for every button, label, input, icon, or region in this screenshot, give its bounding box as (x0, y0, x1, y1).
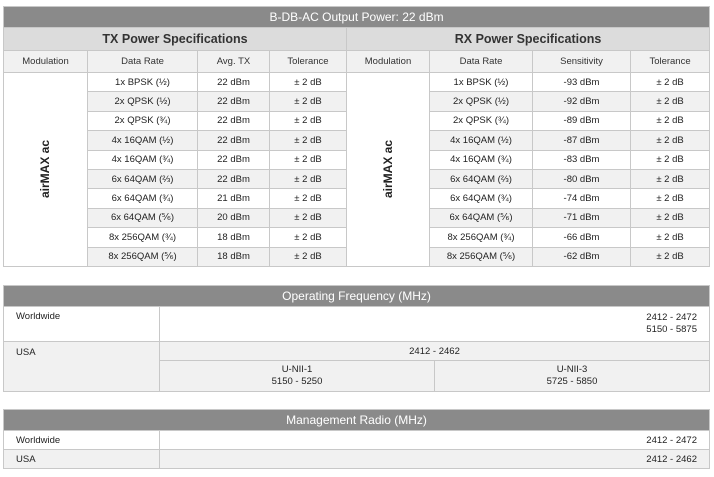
unii3-cell: U-NII-3 5725 - 5850 (434, 360, 710, 392)
rx-sensitivity: -83 dBm (532, 149, 631, 170)
tx-data-rate: 6x 64QAM (⅚) (87, 207, 198, 229)
tx-tolerance: ± 2 dB (269, 227, 347, 248)
tx-data-rate: 1x BPSK (½) (87, 71, 198, 93)
tx-avg-power: 18 dBm (197, 246, 270, 267)
rx-sensitivity: -62 dBm (532, 246, 631, 267)
tx-avg-power: 22 dBm (197, 149, 270, 170)
mgmt-worldwide-value: 2412 - 2472 (159, 430, 710, 450)
rx-sensitivity: -80 dBm (532, 168, 631, 190)
rx-data-rate: 6x 64QAM (¾) (429, 188, 533, 209)
tx-data-rate: 8x 256QAM (¾) (87, 227, 198, 248)
rx-sensitivity: -71 dBm (532, 207, 631, 229)
rx-modulation-cell: airMAX ac (346, 72, 430, 267)
tx-data-rate: 8x 256QAM (⅚) (87, 246, 198, 267)
rx-col-sensitivity: Sensitivity (532, 50, 631, 73)
tx-data-rate: 6x 64QAM (⅔) (87, 168, 198, 190)
tx-data-rate: 4x 16QAM (¾) (87, 149, 198, 170)
rx-sensitivity: -87 dBm (532, 130, 631, 151)
rx-data-rate: 2x QPSK (½) (429, 91, 533, 112)
tx-col-rate: Data Rate (87, 50, 198, 73)
tx-tolerance: ± 2 dB (269, 130, 347, 151)
table-row: airMAX ac 1x BPSK (½) 22 dBm ± 2 dB airMAX a… (3, 71, 711, 267)
unii1-value: 5150 - 5250 (271, 376, 323, 387)
rx-col-rate: Data Rate (429, 50, 533, 73)
tx-tolerance: ± 2 dB (269, 246, 347, 267)
tx-tolerance: ± 2 dB (269, 207, 347, 229)
rx-tolerance: ± 2 dB (629, 227, 711, 248)
unii3-label: U-NII-3 (556, 364, 588, 375)
tx-modulation-label: airMAX ac (38, 140, 53, 199)
rx-tolerance: ± 2 dB (629, 168, 711, 190)
tx-data-rate: 4x 16QAM (½) (87, 130, 198, 151)
freq-worldwide-label: Worldwide (3, 306, 160, 342)
tx-data-rate: 6x 64QAM (¾) (87, 188, 198, 209)
tx-tolerance: ± 2 dB (269, 168, 347, 190)
mgmt-heading: Management Radio (MHz) (3, 409, 710, 431)
mgmt-usa-value: 2412 - 2462 (159, 449, 710, 469)
tx-avg-power: 22 dBm (197, 110, 270, 132)
tx-avg-power: 22 dBm (197, 91, 270, 112)
freq-usa-value: 2412 - 2462 (159, 341, 710, 361)
freq-usa-label: USA (3, 341, 160, 392)
tx-avg-power: 22 dBm (197, 130, 270, 151)
freq-worldwide-value-1: 2412 - 2472 (646, 312, 697, 323)
tx-modulation-cell: airMAX ac (3, 72, 88, 267)
rx-sensitivity: -66 dBm (532, 227, 631, 248)
rx-tolerance: ± 2 dB (629, 188, 711, 209)
tx-tolerance: ± 2 dB (269, 91, 347, 112)
rx-tolerance: ± 2 dB (629, 149, 711, 170)
tx-tolerance: ± 2 dB (269, 188, 347, 209)
rx-tolerance: ± 2 dB (629, 246, 711, 267)
tx-data-rate: 2x QPSK (¾) (87, 110, 198, 132)
output-power-table: B-DB-AC Output Power: 22 dBm TX Power Sp… (2, 6, 711, 267)
rx-tolerance: ± 2 dB (629, 130, 711, 151)
rx-data-rate: 6x 64QAM (⅚) (429, 207, 533, 229)
unii1-label: U-NII-1 (281, 364, 313, 375)
rx-data-rate: 6x 64QAM (⅔) (429, 168, 533, 190)
rx-heading: RX Power Specifications (345, 27, 711, 51)
unii1-cell: U-NII-1 5150 - 5250 (159, 360, 435, 392)
rx-modulation-label: airMAX ac (381, 140, 395, 199)
rx-sensitivity: -89 dBm (532, 110, 631, 132)
tx-col-avg: Avg. TX (197, 50, 270, 73)
tx-data-rate: 2x QPSK (½) (87, 91, 198, 112)
freq-heading: Operating Frequency (MHz) (3, 285, 710, 307)
tx-tolerance: ± 2 dB (269, 149, 347, 170)
tx-avg-power: 22 dBm (197, 168, 270, 190)
rx-sensitivity: -92 dBm (532, 91, 631, 112)
freq-worldwide-value-2: 5150 - 5875 (646, 324, 697, 335)
rx-tolerance: ± 2 dB (629, 71, 711, 93)
rx-sensitivity: -93 dBm (532, 71, 631, 93)
rx-tolerance: ± 2 dB (629, 207, 711, 229)
tx-tolerance: ± 2 dB (269, 110, 347, 132)
tx-tolerance: ± 2 dB (269, 71, 347, 93)
rx-data-rate: 8x 256QAM (¾) (429, 227, 533, 248)
mgmt-usa-label: USA (3, 449, 160, 469)
tx-avg-power: 22 dBm (197, 71, 270, 93)
rx-data-rate: 4x 16QAM (¾) (429, 149, 533, 170)
rx-col-modulation: Modulation (346, 50, 430, 73)
freq-worldwide-value: 2412 - 2472 5150 - 5875 (159, 306, 710, 342)
rx-sensitivity: -74 dBm (532, 188, 631, 209)
management-radio-table: Management Radio (MHz) Worldwide 2412 - … (3, 409, 710, 469)
mgmt-worldwide-label: Worldwide (3, 430, 160, 450)
table-title: B-DB-AC Output Power: 22 dBm (2, 6, 711, 28)
rx-data-rate: 1x BPSK (½) (429, 71, 533, 93)
tx-avg-power: 18 dBm (197, 227, 270, 248)
tx-col-modulation: Modulation (3, 50, 88, 73)
tx-avg-power: 21 dBm (197, 188, 270, 209)
operating-frequency-table: Operating Frequency (MHz) Worldwide 2412… (3, 285, 710, 392)
rx-data-rate: 8x 256QAM (⅚) (429, 246, 533, 267)
rx-tolerance: ± 2 dB (629, 91, 711, 112)
tx-heading: TX Power Specifications (3, 27, 347, 51)
rx-data-rate: 4x 16QAM (½) (429, 130, 533, 151)
rx-tolerance: ± 2 dB (629, 110, 711, 132)
rx-data-rate: 2x QPSK (¾) (429, 110, 533, 132)
tx-avg-power: 20 dBm (197, 207, 270, 229)
tx-col-tolerance: Tolerance (269, 50, 347, 73)
rx-col-tolerance: Tolerance (629, 50, 711, 73)
unii3-value: 5725 - 5850 (546, 376, 598, 387)
